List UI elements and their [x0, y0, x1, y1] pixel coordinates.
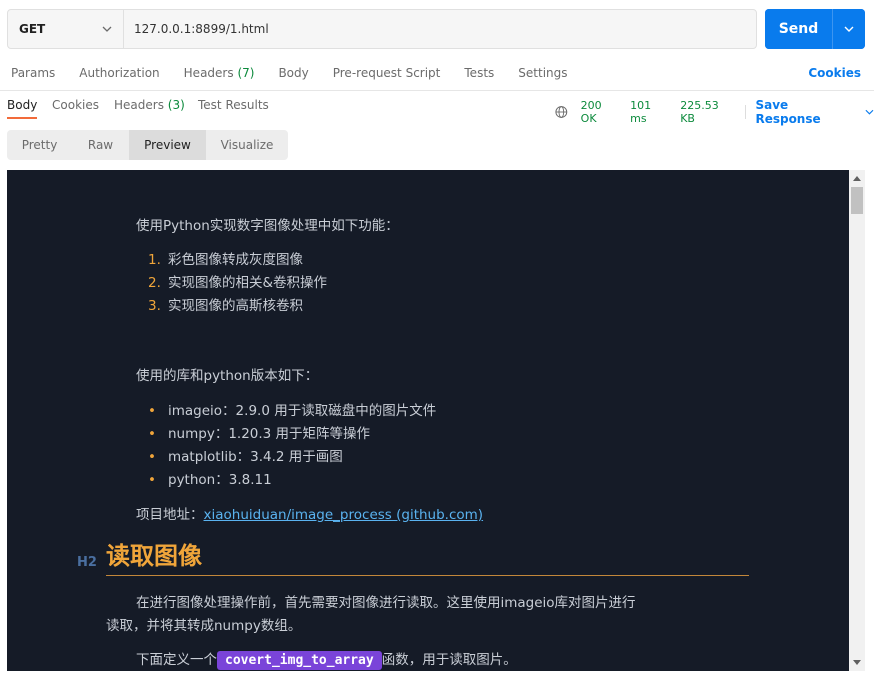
view-pretty[interactable]: Pretty	[7, 130, 72, 160]
response-time[interactable]: 101 ms	[630, 99, 667, 125]
list-item: • imageio：2.9.0 用于读取磁盘中的图片文件	[148, 403, 437, 419]
response-tabs: Body Cookies Headers (3) Test Results 20…	[0, 93, 874, 126]
section-heading: 读取图像	[106, 542, 202, 570]
response-tab-cookies[interactable]: Cookies	[52, 98, 99, 112]
paragraph-text-before: 下面定义一个	[136, 652, 217, 668]
heading-level-tag: H2	[77, 555, 97, 570]
view-raw[interactable]: Raw	[72, 130, 129, 160]
url-input[interactable]: 127.0.0.1:8899/1.html	[124, 10, 756, 48]
tab-headers[interactable]: Headers (7)	[184, 66, 255, 80]
tab-headers-label: Headers	[183, 66, 234, 80]
response-tab-headers[interactable]: Headers (3)	[114, 98, 185, 112]
project-label: 项目地址：	[136, 507, 204, 523]
request-tabs: Params Authorization Headers (7) Body Pr…	[0, 58, 874, 88]
list-item-text: matplotlib：3.4.2 用于画图	[168, 449, 343, 465]
chevron-down-icon	[102, 26, 112, 32]
active-tab-indicator	[7, 117, 37, 119]
project-address: 项目地址：xiaohuiduan/image_process (github.c…	[136, 503, 483, 523]
tab-prerequest-script[interactable]: Pre-request Script	[333, 66, 441, 80]
response-meta: 200 OK 101 ms 225.53 KB Save Response	[555, 98, 874, 126]
scrollbar-thumb[interactable]	[851, 187, 863, 214]
libs-intro-paragraph: 使用的库和python版本如下：	[136, 368, 319, 384]
function-paragraph: 下面定义一个 covert_img_to_array 函数，用于读取图片。	[136, 648, 517, 670]
list-item-text: numpy：1.20.3 用于矩阵等操作	[168, 426, 371, 442]
send-options-button[interactable]	[832, 9, 865, 49]
project-link[interactable]: xiaohuiduan/image_process (github.com)	[204, 507, 484, 523]
list-item: • python：3.8.11	[148, 472, 272, 488]
response-tab-body[interactable]: Body	[7, 98, 37, 112]
view-preview[interactable]: Preview	[129, 130, 206, 160]
tab-settings[interactable]: Settings	[518, 66, 567, 80]
list-item: 3. 实现图像的高斯核卷积	[148, 298, 303, 314]
scroll-up-arrow[interactable]	[853, 176, 861, 181]
request-bar: GET 127.0.0.1:8899/1.html	[7, 9, 757, 49]
url-text: 127.0.0.1:8899/1.html	[134, 22, 269, 36]
response-headers-count: (3)	[167, 98, 185, 112]
heading-underline	[106, 575, 749, 576]
scroll-down-arrow[interactable]	[853, 660, 861, 665]
chevron-down-icon	[865, 109, 874, 115]
paragraph-line: 读取，并将其转成numpy数组。	[106, 618, 302, 634]
status-code[interactable]: 200 OK	[581, 99, 618, 125]
list-item-text: imageio：2.9.0 用于读取磁盘中的图片文件	[168, 403, 437, 419]
html-preview-pane: 使用Python实现数字图像处理中如下功能： 1. 彩色图像转成灰度图像 2. 实现…	[7, 170, 849, 671]
paragraph-text-after: 函数，用于读取图片。	[381, 652, 517, 668]
list-item: • matplotlib：3.4.2 用于画图	[148, 449, 343, 465]
tab-tests[interactable]: Tests	[464, 66, 494, 80]
list-item-text: 实现图像的相关&卷积操作	[168, 275, 328, 291]
section-divider	[0, 90, 874, 91]
response-tab-test-results[interactable]: Test Results	[198, 98, 269, 112]
view-visualize[interactable]: Visualize	[206, 130, 288, 160]
send-button-group: Send	[765, 9, 865, 49]
save-response-label: Save Response	[755, 98, 821, 126]
cookies-link[interactable]: Cookies	[808, 66, 861, 80]
list-item: • numpy：1.20.3 用于矩阵等操作	[148, 426, 371, 442]
preview-scrollbar[interactable]	[849, 170, 865, 671]
list-item-text: 彩色图像转成灰度图像	[168, 252, 303, 268]
method-select[interactable]: GET	[8, 10, 124, 48]
list-item: 1. 彩色图像转成灰度图像	[148, 252, 303, 268]
inline-code: covert_img_to_array	[217, 651, 382, 670]
globe-icon[interactable]	[555, 105, 568, 119]
postman-window: GET 127.0.0.1:8899/1.html Send Params Au…	[0, 0, 874, 679]
tab-params[interactable]: Params	[11, 66, 55, 80]
list-item-text: 实现图像的高斯核卷积	[168, 298, 303, 314]
tab-body[interactable]: Body	[278, 66, 308, 80]
tab-authorization[interactable]: Authorization	[79, 66, 159, 80]
paragraph-line: 在进行图像处理操作前，首先需要对图像进行读取。这里使用imageio库对图片进行	[136, 595, 636, 611]
intro-paragraph: 使用Python实现数字图像处理中如下功能：	[136, 218, 399, 234]
response-headers-label: Headers	[114, 98, 164, 112]
response-size[interactable]: 225.53 KB	[680, 99, 731, 125]
meta-divider	[744, 105, 746, 119]
method-label: GET	[19, 22, 46, 36]
headers-count-badge: (7)	[237, 66, 255, 80]
send-button[interactable]: Send	[765, 9, 832, 49]
list-item-text: python：3.8.11	[168, 472, 272, 488]
view-mode-switcher: Pretty Raw Preview Visualize	[7, 130, 288, 160]
list-item: 2. 实现图像的相关&卷积操作	[148, 275, 328, 291]
save-response-button[interactable]: Save Response	[755, 98, 874, 126]
chevron-down-icon	[844, 26, 854, 32]
